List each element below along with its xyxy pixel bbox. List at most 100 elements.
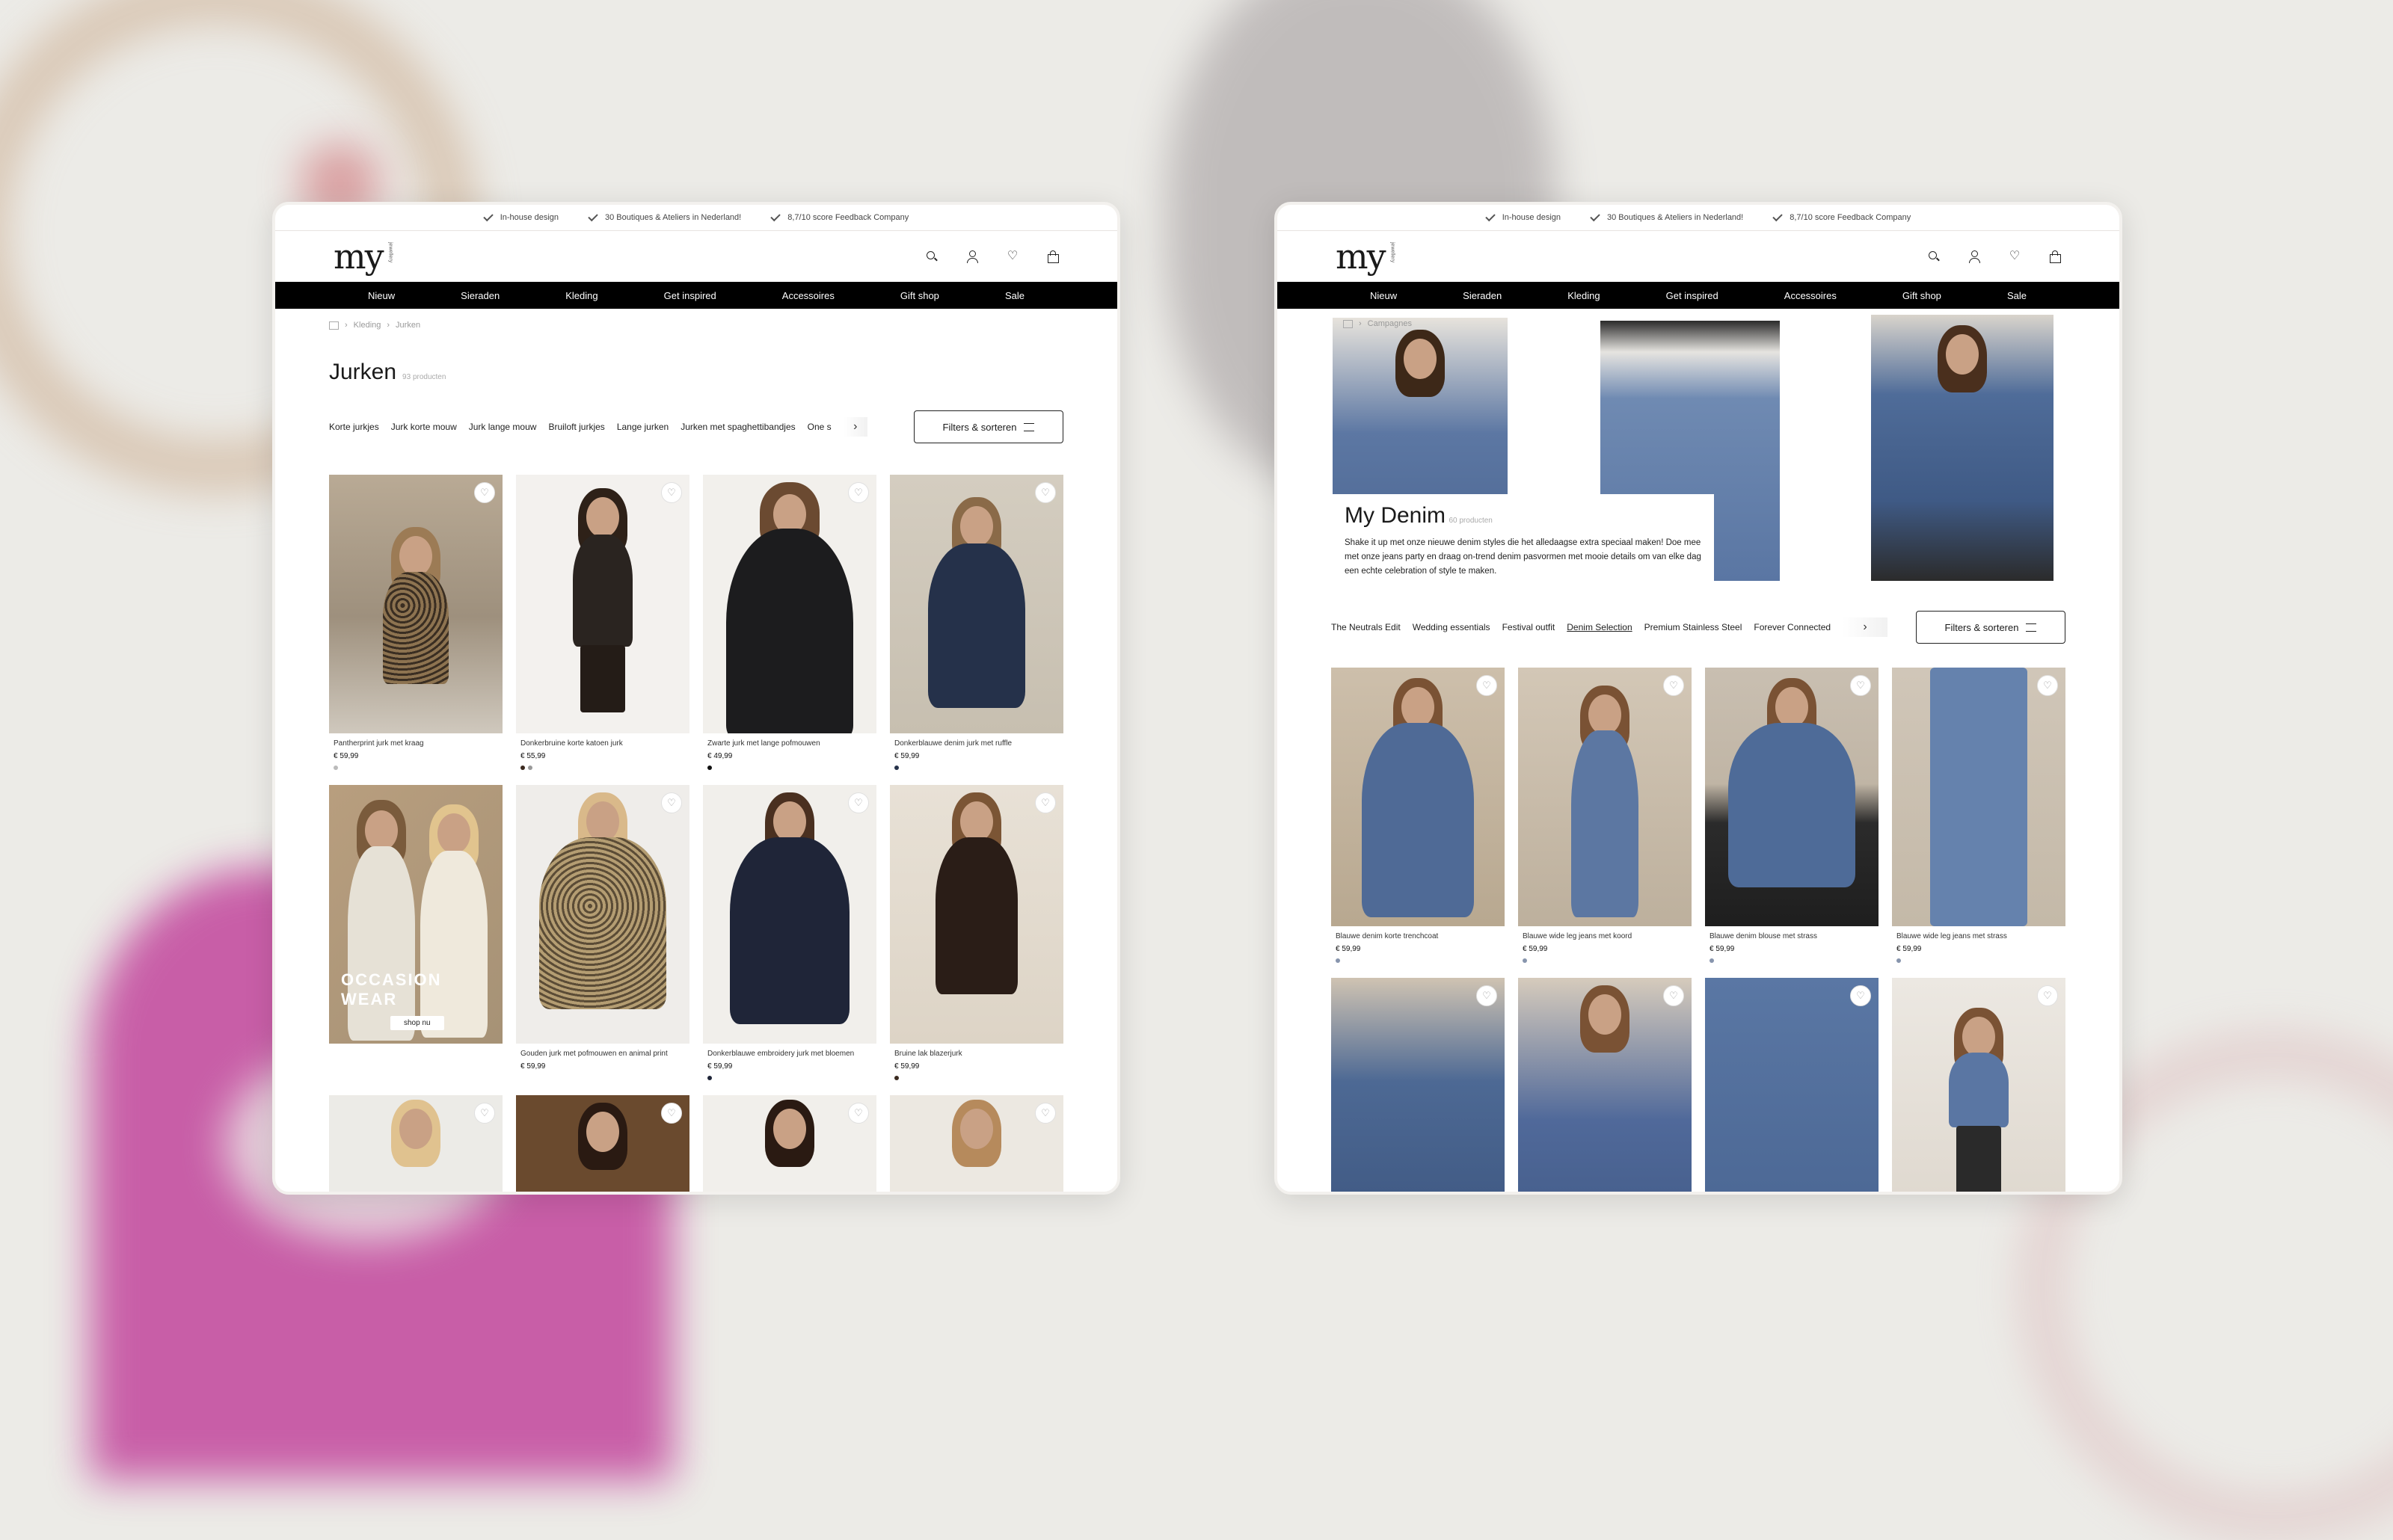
product-image[interactable]: ♡ <box>329 1095 503 1192</box>
nav-item-get-inspired[interactable]: Get inspired <box>664 290 716 301</box>
nav-item-accessoires[interactable]: Accessoires <box>1784 290 1837 301</box>
nav-item-nieuw[interactable]: Nieuw <box>1370 290 1397 301</box>
wishlist-icon[interactable]: ♡ <box>2009 250 2021 262</box>
breadcrumb-item[interactable]: Campagnes <box>1368 319 1412 328</box>
color-swatch[interactable] <box>1336 958 1340 963</box>
nav-item-accessoires[interactable]: Accessoires <box>782 290 835 301</box>
color-swatch[interactable] <box>1709 958 1714 963</box>
wishlist-heart-icon[interactable]: ♡ <box>848 792 869 813</box>
product-image[interactable]: ♡ <box>516 1095 689 1192</box>
chip-wedding-essentials[interactable]: Wedding essentials <box>1413 622 1490 632</box>
product-card[interactable]: ♡ Donkerblauwe denim jurk met ruffle € 5… <box>890 475 1063 770</box>
chip-jurk-lange-mouw[interactable]: Jurk lange mouw <box>469 422 537 432</box>
chip-one-shoulder[interactable]: One s <box>808 422 832 432</box>
product-card[interactable]: ♡ Donkerbruine korte katoen jurk € 55,99 <box>516 475 689 770</box>
product-image[interactable]: ♡ <box>703 475 876 733</box>
product-image[interactable]: ♡ <box>890 785 1063 1044</box>
wishlist-heart-icon[interactable]: ♡ <box>1035 1103 1056 1124</box>
wishlist-heart-icon[interactable]: ♡ <box>1035 482 1056 503</box>
nav-item-gift-shop[interactable]: Gift shop <box>900 290 939 301</box>
wishlist-heart-icon[interactable]: ♡ <box>1476 675 1497 696</box>
cart-icon[interactable] <box>1047 250 1059 263</box>
chip-jurk-korte-mouw[interactable]: Jurk korte mouw <box>391 422 457 432</box>
product-card[interactable]: ♡ <box>1331 978 1505 1192</box>
product-image[interactable]: ♡ <box>1518 668 1692 926</box>
wishlist-heart-icon[interactable]: ♡ <box>474 482 495 503</box>
wishlist-heart-icon[interactable]: ♡ <box>1663 985 1684 1006</box>
color-swatch[interactable] <box>1523 958 1527 963</box>
site-logo[interactable]: my jewellery <box>334 239 393 274</box>
wishlist-heart-icon[interactable]: ♡ <box>1663 675 1684 696</box>
nav-item-kleding[interactable]: Kleding <box>565 290 598 301</box>
wishlist-heart-icon[interactable]: ♡ <box>1035 792 1056 813</box>
wishlist-heart-icon[interactable]: ♡ <box>474 1103 495 1124</box>
color-swatch[interactable] <box>707 766 712 770</box>
product-image[interactable]: ♡ <box>1892 668 2065 926</box>
chip-bruiloft-jurkjes[interactable]: Bruiloft jurkjes <box>548 422 604 432</box>
chip-forever-connected[interactable]: Forever Connected <box>1754 622 1831 632</box>
occasion-wear-banner[interactable]: OCCASION WEAR shop nu <box>329 785 503 1044</box>
color-swatch[interactable] <box>894 1076 899 1080</box>
shop-now-button[interactable]: shop nu <box>390 1016 444 1030</box>
product-card[interactable]: ♡ <box>890 1095 1063 1192</box>
product-name[interactable]: Donkerbruine korte katoen jurk <box>516 739 689 748</box>
product-card[interactable]: ♡ <box>516 1095 689 1192</box>
product-card[interactable]: ♡ Blauwe wide leg jeans met strass € 59,… <box>1892 668 2065 963</box>
chevron-right-icon[interactable]: › <box>843 417 867 437</box>
product-card[interactable]: ♡ Pantherprint jurk met kraag € 59,99 <box>329 475 503 770</box>
product-card[interactable]: ♡ Donkerblauwe embroidery jurk met bloem… <box>703 785 876 1080</box>
chip-festival-outfit[interactable]: Festival outfit <box>1502 622 1555 632</box>
product-image[interactable]: ♡ <box>890 1095 1063 1192</box>
account-icon[interactable] <box>1968 250 1980 263</box>
chip-premium-stainless-steel[interactable]: Premium Stainless Steel <box>1644 622 1742 632</box>
product-image[interactable]: ♡ <box>703 785 876 1044</box>
search-icon[interactable] <box>926 250 938 262</box>
product-image[interactable]: ♡ <box>329 475 503 733</box>
nav-item-sieraden[interactable]: Sieraden <box>461 290 500 301</box>
search-icon[interactable] <box>1928 250 1940 262</box>
color-swatch[interactable] <box>1896 958 1901 963</box>
chip-lange-jurken[interactable]: Lange jurken <box>617 422 669 432</box>
color-swatch[interactable] <box>520 766 525 770</box>
product-card[interactable]: ♡ <box>1705 978 1879 1192</box>
product-card[interactable]: ♡ <box>703 1095 876 1192</box>
product-name[interactable]: Zwarte jurk met lange pofmouwen <box>703 739 876 748</box>
chevron-right-icon[interactable]: › <box>1843 617 1888 637</box>
color-swatch[interactable] <box>707 1076 712 1080</box>
product-image[interactable]: ♡ <box>1892 978 2065 1192</box>
product-card[interactable]: ♡ Bruine lak blazerjurk € 59,99 <box>890 785 1063 1080</box>
chip-korte-jurkjes[interactable]: Korte jurkjes <box>329 422 379 432</box>
product-card[interactable]: ♡ Blauwe denim korte trenchcoat € 59,99 <box>1331 668 1505 963</box>
wishlist-heart-icon[interactable]: ♡ <box>848 482 869 503</box>
product-card[interactable]: ♡ Blauwe denim blouse met strass € 59,99 <box>1705 668 1879 963</box>
chip-spaghettibandjes[interactable]: Jurken met spaghettibandjes <box>681 422 795 432</box>
product-card[interactable]: ♡ <box>1892 978 2065 1192</box>
product-card[interactable]: ♡ <box>1518 978 1692 1192</box>
color-swatch[interactable] <box>528 766 532 770</box>
nav-item-kleding[interactable]: Kleding <box>1567 290 1600 301</box>
nav-item-sale[interactable]: Sale <box>2007 290 2027 301</box>
account-icon[interactable] <box>966 250 978 263</box>
cart-icon[interactable] <box>2049 250 2061 263</box>
wishlist-icon[interactable]: ♡ <box>1007 250 1019 262</box>
wishlist-heart-icon[interactable]: ♡ <box>2037 675 2058 696</box>
wishlist-heart-icon[interactable]: ♡ <box>2037 985 2058 1006</box>
product-image[interactable]: ♡ <box>516 785 689 1044</box>
product-name[interactable]: Blauwe denim korte trenchcoat <box>1331 932 1505 940</box>
color-swatch[interactable] <box>334 766 338 770</box>
product-name[interactable]: Blauwe denim blouse met strass <box>1705 932 1879 940</box>
product-name[interactable]: Blauwe wide leg jeans met koord <box>1518 932 1692 940</box>
product-image[interactable]: ♡ <box>1331 978 1505 1192</box>
promo-banner-card[interactable]: OCCASION WEAR shop nu <box>329 785 503 1080</box>
nav-item-nieuw[interactable]: Nieuw <box>368 290 395 301</box>
breadcrumb-item[interactable]: Jurken <box>396 321 420 330</box>
product-image[interactable]: ♡ <box>703 1095 876 1192</box>
home-icon[interactable] <box>329 321 339 330</box>
wishlist-heart-icon[interactable]: ♡ <box>1476 985 1497 1006</box>
product-name[interactable]: Blauwe wide leg jeans met strass <box>1892 932 2065 940</box>
chip-denim-selection[interactable]: Denim Selection <box>1567 622 1632 632</box>
product-name[interactable]: Gouden jurk met pofmouwen en animal prin… <box>516 1050 689 1058</box>
product-name[interactable]: Bruine lak blazerjurk <box>890 1050 1063 1058</box>
wishlist-heart-icon[interactable]: ♡ <box>661 482 682 503</box>
color-swatch[interactable] <box>894 766 899 770</box>
